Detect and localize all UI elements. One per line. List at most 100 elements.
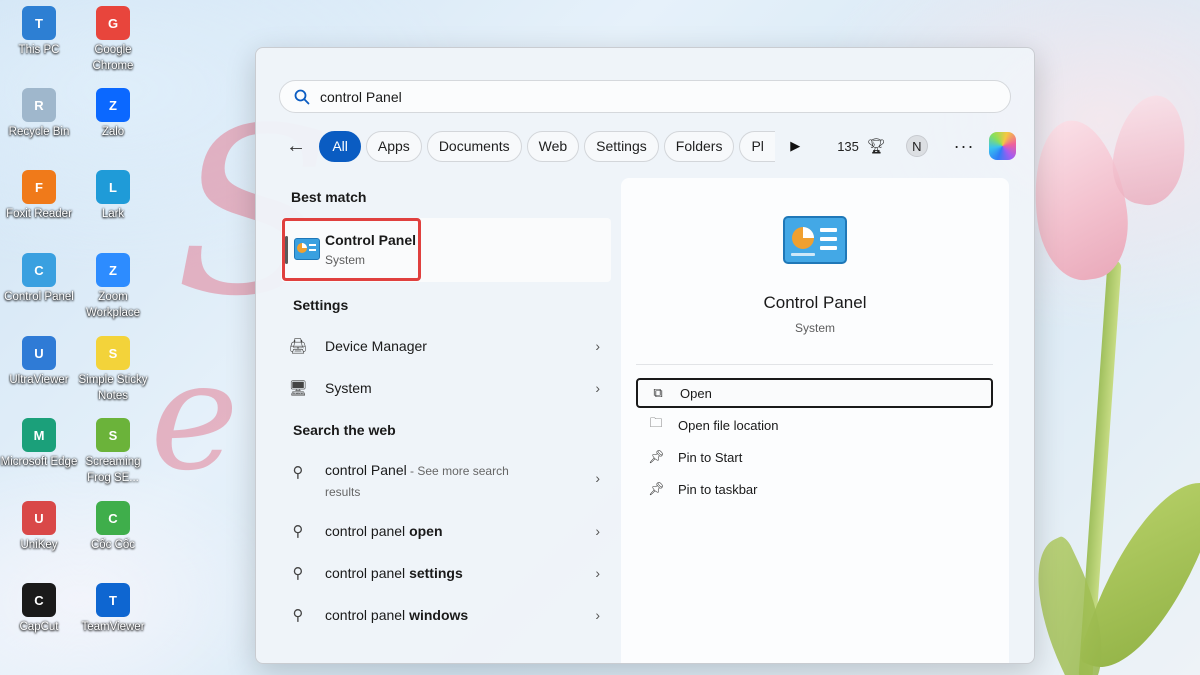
ultraviewer-icon: U xyxy=(22,336,56,370)
tab-people-truncated[interactable]: Pl xyxy=(739,130,776,162)
desktop-icon[interactable]: U UniKey xyxy=(0,501,78,553)
search-input[interactable] xyxy=(320,88,960,105)
action-open-file-location[interactable]: 🗀 Open file location xyxy=(636,410,993,440)
settings-item-system[interactable]: 🖥︎ System › xyxy=(286,378,606,398)
tab-web[interactable]: Web xyxy=(526,130,580,162)
desktop-icon[interactable]: Z Zalo xyxy=(74,88,152,140)
control-panel-icon: C xyxy=(22,253,56,287)
search-icon: ⚲ xyxy=(292,464,304,481)
action-pin-to-start[interactable]: 📌︎ Pin to Start xyxy=(636,442,993,472)
desktop-icon[interactable]: S Screaming Frog SE... xyxy=(74,418,152,486)
chevron-right-icon[interactable]: › xyxy=(595,338,600,354)
search-icon: ⚲ xyxy=(292,565,304,582)
search-icon: ⚲ xyxy=(292,523,304,540)
device-manager-icon: 🖨︎ xyxy=(288,338,308,355)
system-icon: 🖥︎ xyxy=(288,380,308,397)
tab-documents[interactable]: Documents xyxy=(426,130,522,162)
chevron-right-icon[interactable]: › xyxy=(595,523,600,539)
settings-item-label: Device Manager xyxy=(325,338,427,354)
screaming-frog-icon: S xyxy=(96,418,130,452)
desktop-icon[interactable]: L Lark xyxy=(74,170,152,222)
desktop-icon[interactable]: Z Zoom Workplace xyxy=(74,253,152,321)
action-label: Open file location xyxy=(678,417,779,433)
desktop-icon[interactable]: U UltraViewer xyxy=(0,336,78,388)
search-icon xyxy=(294,89,310,104)
tab-settings[interactable]: Settings xyxy=(584,130,659,162)
more-options-icon[interactable]: ··· xyxy=(954,136,975,157)
action-label: Open xyxy=(680,385,712,401)
desktop-icon-label: UniKey xyxy=(20,539,58,551)
web-result-label: control Panel - See more search results xyxy=(325,462,509,499)
desktop-icon[interactable]: M Microsoft Edge xyxy=(0,418,78,470)
settings-item-device-manager[interactable]: 🖨︎ Device Manager › xyxy=(286,336,606,356)
desktop-icon[interactable]: R Recycle Bin xyxy=(0,88,78,140)
desktop-icon-label: Control Panel xyxy=(4,291,74,303)
desktop-icon[interactable]: T This PC xyxy=(0,6,78,58)
action-label: Pin to Start xyxy=(678,449,743,465)
chevron-right-icon[interactable]: › xyxy=(595,380,600,396)
web-result-open[interactable]: ⚲ control panel open › xyxy=(286,521,606,541)
web-result-see-more[interactable]: ⚲ control Panel - See more search result… xyxy=(286,460,606,502)
web-result-windows[interactable]: ⚲ control panel windows › xyxy=(286,605,606,625)
tab-apps[interactable]: Apps xyxy=(365,130,422,162)
sticky-notes-icon: S xyxy=(96,336,130,370)
desktop-icon-label: Zoom Workplace xyxy=(85,291,141,319)
web-result-label: control panel settings xyxy=(325,565,463,581)
folder-icon: 🗀 xyxy=(649,415,663,430)
open-external-icon: ⧉ xyxy=(653,385,663,400)
copilot-icon[interactable] xyxy=(988,132,1016,160)
action-pin-to-taskbar[interactable]: 📌︎ Pin to taskbar xyxy=(636,474,993,504)
web-result-label: control panel open xyxy=(325,523,443,539)
desktop-icon-label: Lark xyxy=(101,208,125,220)
tab-all[interactable]: All xyxy=(319,130,361,162)
desktop-icon[interactable]: G Google Chrome xyxy=(74,6,152,74)
desktop-icon[interactable]: S Simple Sticky Notes xyxy=(74,336,152,404)
desktop-icon-label: Zalo xyxy=(101,126,125,138)
result-detail-pane: Control Panel System ⧉ Open 🗀 Open file … xyxy=(621,178,1009,663)
account-avatar[interactable]: N xyxy=(905,135,928,157)
settings-heading: Settings xyxy=(293,297,349,313)
web-result-label: control panel windows xyxy=(325,607,469,623)
control-panel-icon xyxy=(783,216,847,264)
desktop-icon-label: Google Chrome xyxy=(92,44,134,72)
chevron-right-icon[interactable]: › xyxy=(595,470,600,486)
desktop-icon-label: UltraViewer xyxy=(9,374,69,386)
desktop-icon-label: TeamViewer xyxy=(81,621,145,633)
desktop-icon[interactable]: C CapCut xyxy=(0,583,78,635)
coc-coc-icon: C xyxy=(96,501,130,535)
tulip-bud xyxy=(1105,89,1195,211)
action-open[interactable]: ⧉ Open xyxy=(636,378,993,408)
tab-folders[interactable]: Folders xyxy=(663,130,735,162)
desktop-icon-label: Recycle Bin xyxy=(8,126,70,138)
detail-subtitle: System xyxy=(794,321,835,335)
foxit-reader-icon: F xyxy=(22,170,56,204)
rewards-points: 135 xyxy=(837,138,859,154)
recycle-bin-icon: R xyxy=(22,88,56,122)
play-more-tabs-icon[interactable]: ▶ xyxy=(790,138,800,154)
this-pc-icon: T xyxy=(22,6,56,40)
best-match-heading: Best match xyxy=(291,189,367,205)
filter-row: ← All Apps Documents Web Settings Folder… xyxy=(286,130,1016,162)
chevron-right-icon[interactable]: › xyxy=(595,607,600,623)
chevron-right-icon[interactable]: › xyxy=(595,565,600,581)
desktop-icon[interactable]: F Foxit Reader xyxy=(0,170,78,222)
back-arrow-icon[interactable]: ← xyxy=(286,135,319,158)
search-box[interactable] xyxy=(279,80,1011,113)
desktop-icon[interactable]: C Control Panel xyxy=(0,253,78,305)
desktop-icon-label: Foxit Reader xyxy=(6,208,72,220)
settings-item-label: System xyxy=(325,380,372,396)
search-icon: ⚲ xyxy=(292,607,304,624)
action-label: Pin to taskbar xyxy=(678,481,758,497)
rewards-trophy-icon[interactable]: 🏆︎ xyxy=(867,137,886,155)
desktop-icon[interactable]: T TeamViewer xyxy=(74,583,152,635)
desktop-icon-label: Microsoft Edge xyxy=(0,456,78,468)
pin-icon: 📌︎ xyxy=(648,481,665,496)
divider xyxy=(636,364,993,365)
web-result-settings[interactable]: ⚲ control panel settings › xyxy=(286,563,606,583)
desktop-icon-label: Screaming Frog SE... xyxy=(85,456,141,484)
start-search-panel: ← All Apps Documents Web Settings Folder… xyxy=(255,47,1035,664)
desktop-icon-label: Cốc Cốc xyxy=(90,539,136,551)
desktop-icon[interactable]: C Cốc Cốc xyxy=(74,501,152,553)
lark-icon: L xyxy=(96,170,130,204)
search-web-heading: Search the web xyxy=(293,422,396,438)
